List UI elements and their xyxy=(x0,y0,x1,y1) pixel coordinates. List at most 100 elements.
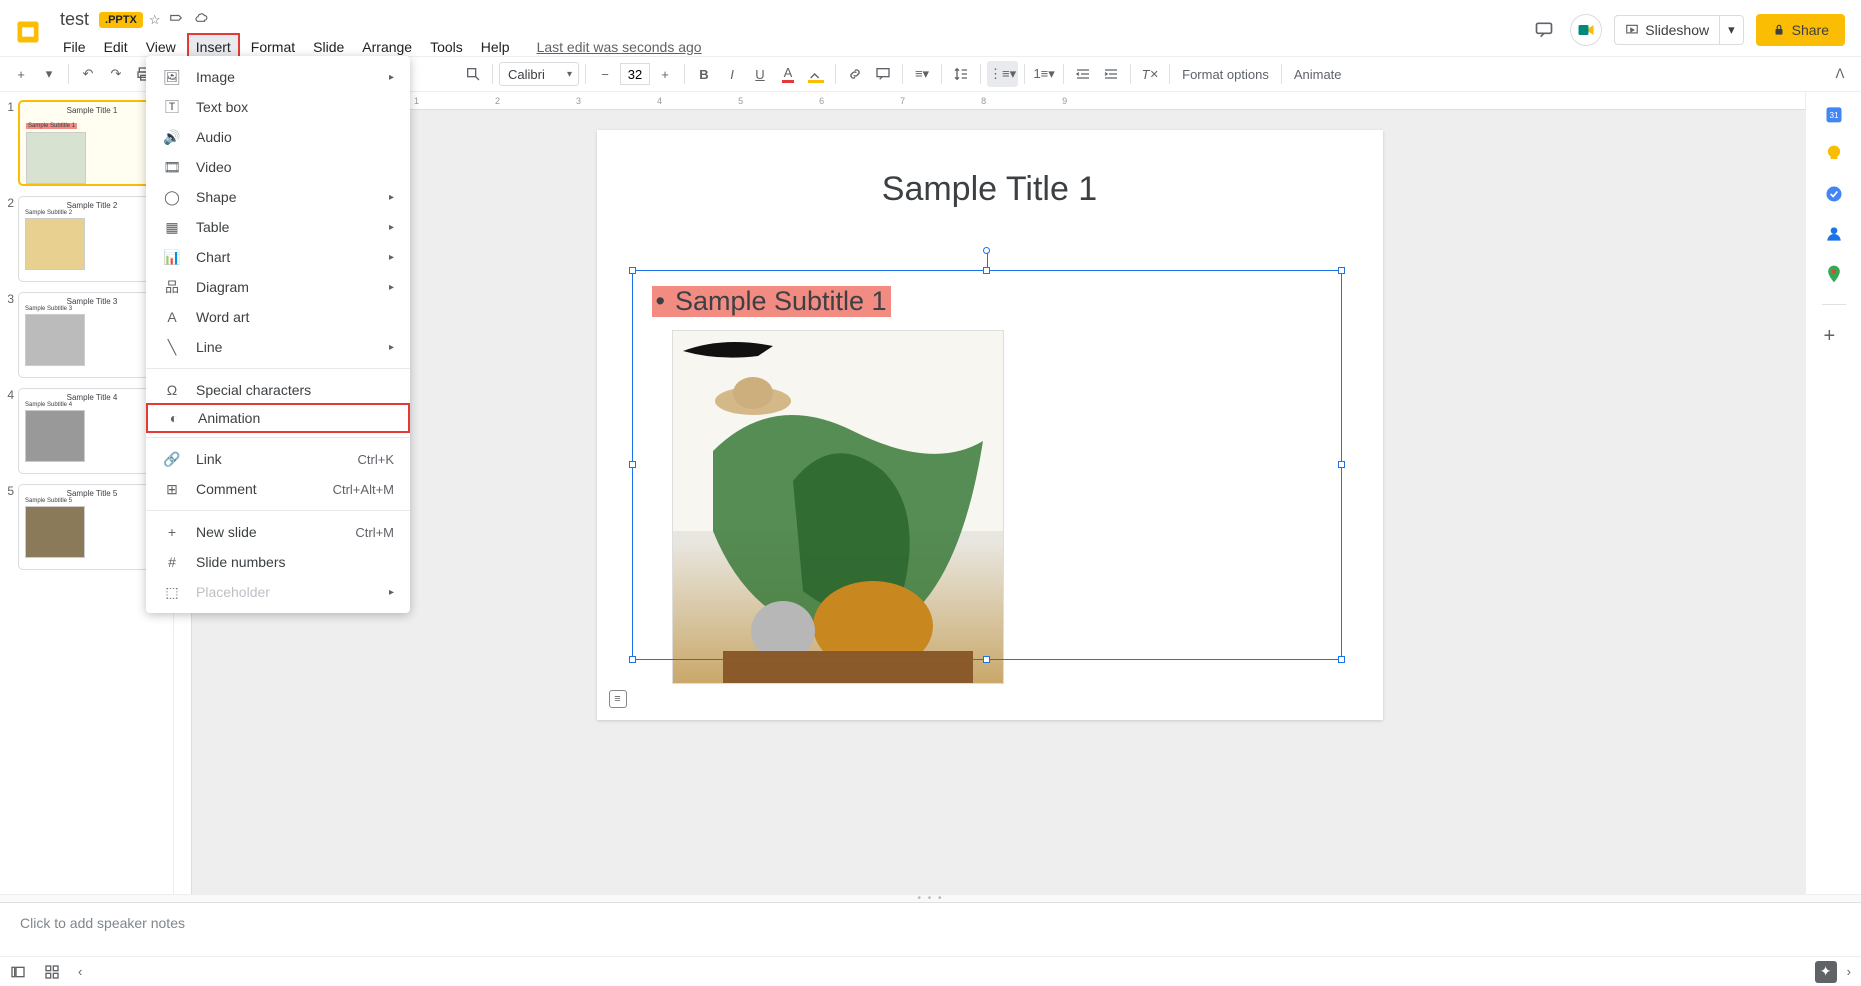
format-options-button[interactable]: Format options xyxy=(1176,67,1275,82)
insert-slide-numbers[interactable]: #Slide numbers xyxy=(146,547,410,577)
slide-canvas[interactable]: Sample Title 1 Sample Subtitle 1 xyxy=(597,130,1383,720)
insert-image[interactable]: 🖼Image▸ xyxy=(146,62,410,92)
insert-comment[interactable]: ⊞CommentCtrl+Alt+M xyxy=(146,474,410,504)
slide-title[interactable]: Sample Title 1 xyxy=(597,130,1383,209)
move-icon[interactable] xyxy=(168,12,184,28)
slide-thumb-2[interactable]: Sample Title 2Sample Subtitle 2 xyxy=(18,196,166,282)
calendar-icon[interactable]: 31 xyxy=(1824,104,1844,124)
side-panel-toggle-icon[interactable]: › xyxy=(1847,964,1851,979)
numbered-list-icon[interactable]: 1≡▾ xyxy=(1031,61,1057,87)
text-color-icon[interactable]: A xyxy=(775,61,801,87)
animate-button[interactable]: Animate xyxy=(1288,67,1348,82)
insert-placeholder: ⬚Placeholder▸ xyxy=(146,577,410,607)
insert-table[interactable]: ▦Table▸ xyxy=(146,212,410,242)
slideshow-button[interactable]: Slideshow xyxy=(1614,15,1720,45)
insert-chart[interactable]: 📊Chart▸ xyxy=(146,242,410,272)
slide-thumb-4[interactable]: Sample Title 4Sample Subtitle 4 xyxy=(18,388,166,474)
resize-handle[interactable] xyxy=(629,656,636,663)
insert-new-slide[interactable]: +New slideCtrl+M xyxy=(146,517,410,547)
omega-icon: Ω xyxy=(162,382,182,398)
insert-wordart[interactable]: AWord art xyxy=(146,302,410,332)
new-slide-dropdown-icon[interactable]: ▾ xyxy=(36,61,62,87)
insert-diagram[interactable]: 品Diagram▸ xyxy=(146,272,410,302)
chevron-right-icon: ▸ xyxy=(389,72,394,83)
insert-special-chars[interactable]: ΩSpecial characters xyxy=(146,375,410,405)
resize-handle[interactable] xyxy=(1338,461,1345,468)
chart-icon: 📊 xyxy=(162,249,182,266)
font-size-increase[interactable]: + xyxy=(652,61,678,87)
resize-handle[interactable] xyxy=(629,461,636,468)
comment-history-icon[interactable] xyxy=(1530,16,1558,44)
explore-icon[interactable]: ✦ xyxy=(1815,961,1837,983)
canvas-area[interactable]: 123456789 Sample Title 1 Sample Subtitle… xyxy=(174,92,1805,894)
horizontal-ruler: 123456789 xyxy=(174,92,1805,110)
bulleted-list-icon[interactable]: ⋮≡▾ xyxy=(987,61,1018,87)
add-addon-icon[interactable]: + xyxy=(1824,325,1844,345)
font-select[interactable]: Calibri xyxy=(499,62,579,86)
decrease-indent-icon[interactable] xyxy=(1070,61,1096,87)
font-size-decrease[interactable]: − xyxy=(592,61,618,87)
menu-tools[interactable]: Tools xyxy=(423,35,470,59)
insert-link-icon[interactable] xyxy=(842,61,868,87)
share-button[interactable]: Share xyxy=(1756,14,1845,46)
contacts-icon[interactable] xyxy=(1824,224,1844,244)
rotate-handle[interactable] xyxy=(983,247,990,254)
resize-handle[interactable] xyxy=(1338,267,1345,274)
tasks-icon[interactable] xyxy=(1824,184,1844,204)
grid-view-icon[interactable] xyxy=(44,964,60,980)
bottom-bar: ‹ ✦ › xyxy=(0,956,1861,986)
menu-file[interactable]: File xyxy=(56,35,93,59)
insert-comment-icon[interactable] xyxy=(870,61,896,87)
filmstrip-view-icon[interactable] xyxy=(10,964,26,980)
clear-formatting-icon[interactable]: T✕ xyxy=(1137,61,1163,87)
slideshow-dropdown-icon[interactable]: ▾ xyxy=(1720,15,1744,45)
star-icon[interactable]: ☆ xyxy=(149,12,161,28)
placeholder-toggle-icon[interactable]: ≡ xyxy=(609,690,627,708)
insert-video[interactable]: 🎞Video xyxy=(146,152,410,182)
insert-link[interactable]: 🔗LinkCtrl+K xyxy=(146,444,410,474)
slide-thumb-5[interactable]: Sample Title 5Sample Subtitle 5 xyxy=(18,484,166,570)
collapse-toolbar-icon[interactable]: ᐱ xyxy=(1827,61,1853,87)
increase-indent-icon[interactable] xyxy=(1098,61,1124,87)
animation-icon: ◐ xyxy=(164,410,184,426)
textbox-icon: 🅃 xyxy=(162,97,182,117)
insert-textbox[interactable]: 🅃Text box xyxy=(146,92,410,122)
menu-help[interactable]: Help xyxy=(474,35,517,59)
comment-icon: ⊞ xyxy=(162,481,182,498)
collapse-panel-icon[interactable]: ‹ xyxy=(78,964,82,979)
doc-title[interactable]: test xyxy=(56,8,93,31)
insert-animation[interactable]: ◐Animation xyxy=(146,403,410,433)
new-slide-button[interactable]: + xyxy=(8,61,34,87)
meet-icon[interactable] xyxy=(1570,14,1602,46)
resize-handle[interactable] xyxy=(629,267,636,274)
resize-handle[interactable] xyxy=(983,267,990,274)
font-size-input[interactable] xyxy=(620,63,650,85)
bold-icon[interactable]: B xyxy=(691,61,717,87)
keep-icon[interactable] xyxy=(1824,144,1844,164)
speaker-notes[interactable]: Click to add speaker notes xyxy=(0,902,1861,956)
undo-icon[interactable]: ↶ xyxy=(75,61,101,87)
highlight-icon[interactable] xyxy=(803,61,829,87)
selection-box[interactable] xyxy=(632,270,1342,660)
insert-shape[interactable]: ◯Shape▸ xyxy=(146,182,410,212)
notes-resize-handle[interactable]: • • • xyxy=(0,894,1861,902)
underline-icon[interactable]: U xyxy=(747,61,773,87)
resize-handle[interactable] xyxy=(983,656,990,663)
insert-line[interactable]: ╲Line▸ xyxy=(146,332,410,362)
app-header: test .PPTX ☆ File Edit View Insert Forma… xyxy=(0,0,1861,56)
insert-audio[interactable]: 🔊Audio xyxy=(146,122,410,152)
zoom-icon[interactable] xyxy=(460,61,486,87)
align-icon[interactable]: ≡▾ xyxy=(909,61,935,87)
italic-icon[interactable]: I xyxy=(719,61,745,87)
menu-edit[interactable]: Edit xyxy=(97,35,135,59)
last-edit-link[interactable]: Last edit was seconds ago xyxy=(537,39,702,55)
slide-thumb-3[interactable]: Sample Title 3Sample Subtitle 3 xyxy=(18,292,166,378)
redo-icon[interactable]: ↷ xyxy=(103,61,129,87)
resize-handle[interactable] xyxy=(1338,656,1345,663)
maps-icon[interactable] xyxy=(1824,264,1844,284)
cloud-icon[interactable] xyxy=(192,12,210,28)
chevron-right-icon: ▸ xyxy=(389,252,394,263)
line-spacing-icon[interactable] xyxy=(948,61,974,87)
slides-logo[interactable] xyxy=(8,12,48,52)
slide-thumb-1[interactable]: Sample Title 1Sample Subtitle 1 xyxy=(18,100,166,186)
